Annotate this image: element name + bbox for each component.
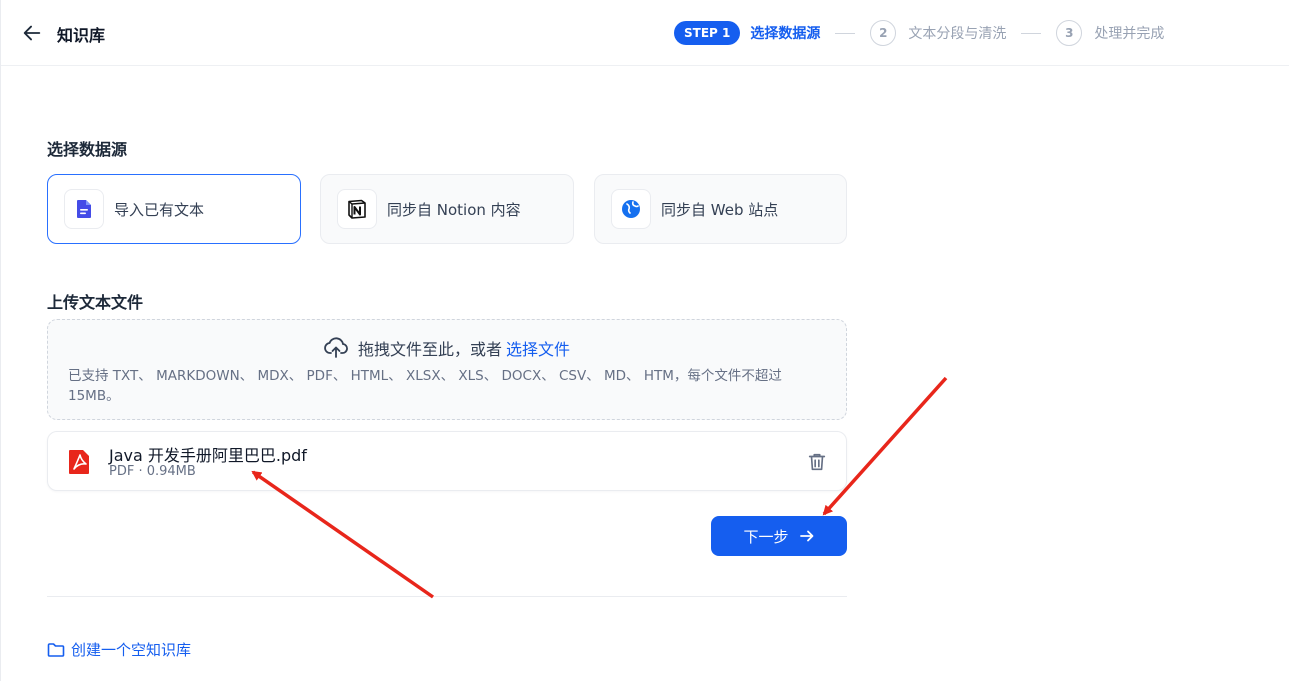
card-icon-box: [611, 189, 651, 229]
source-option-import-text[interactable]: 导入已有文本: [47, 174, 301, 244]
select-file-link[interactable]: 选择文件: [506, 336, 570, 360]
step-1-badge: STEP 1: [674, 21, 741, 45]
step-3-label: 处理并完成: [1094, 26, 1165, 42]
pdf-icon: [69, 450, 89, 474]
step-indicator: STEP 1 选择数据源 2 文本分段与清洗 3 处理并完成: [674, 20, 1164, 46]
source-option-label: 同步自 Notion 内容: [387, 200, 521, 219]
step-2-label: 文本分段与清洗: [908, 26, 1007, 42]
cloud-upload-icon: [324, 337, 348, 358]
dropzone-text: 拖拽文件至此，或者: [357, 340, 502, 359]
file-dropzone[interactable]: 拖拽文件至此，或者 选择文件 已支持 TXT、 MARKDOWN、 MDX、 P…: [47, 319, 847, 420]
step-3-badge: 3: [1056, 20, 1083, 46]
trash-icon[interactable]: [806, 451, 828, 473]
source-option-label: 同步自 Web 站点: [661, 200, 779, 219]
section-divider: [47, 596, 847, 597]
step-1-label: 选择数据源: [750, 26, 821, 42]
page-title: 知识库: [57, 26, 106, 45]
upload-section-title: 上传文本文件: [47, 293, 144, 312]
step-divider: [1021, 32, 1042, 34]
source-option-label: 导入已有文本: [114, 200, 205, 219]
top-header: 知识库 STEP 1 选择数据源 2 文本分段与清洗 3 处理并完成: [1, 0, 1289, 66]
step-divider: [835, 32, 856, 34]
next-step-button[interactable]: 下一步: [711, 516, 847, 556]
source-section-title: 选择数据源: [47, 140, 128, 159]
source-option-web[interactable]: 同步自 Web 站点: [594, 174, 847, 244]
create-empty-knowledge-link[interactable]: 创建一个空知识库: [47, 639, 191, 660]
dropzone-prompt: 拖拽文件至此，或者 选择文件: [48, 336, 846, 360]
next-step-label: 下一步: [743, 527, 789, 546]
card-icon-box: [64, 189, 104, 229]
step-2-badge: 2: [870, 20, 897, 46]
document-icon: [77, 200, 91, 218]
source-option-notion[interactable]: 同步自 Notion 内容: [320, 174, 574, 244]
notion-icon: [348, 199, 366, 219]
web-icon: [622, 200, 640, 218]
arrow-left-icon[interactable]: [21, 22, 43, 44]
create-empty-label: 创建一个空知识库: [71, 641, 192, 659]
uploaded-file-item: Java 开发手册阿里巴巴.pdf PDF · 0.94MB: [47, 431, 847, 491]
card-icon-box: [337, 189, 377, 229]
arrow-right-icon: [799, 530, 813, 542]
file-name: Java 开发手册阿里巴巴.pdf: [109, 446, 307, 465]
supported-formats-text: 已支持 TXT、 MARKDOWN、 MDX、 PDF、 HTML、 XLSX、…: [68, 368, 782, 404]
page: 知识库 STEP 1 选择数据源 2 文本分段与清洗 3 处理并完成 选择数据源…: [0, 0, 1289, 681]
file-meta: PDF · 0.94MB: [109, 464, 196, 479]
folder-icon: [47, 642, 65, 657]
